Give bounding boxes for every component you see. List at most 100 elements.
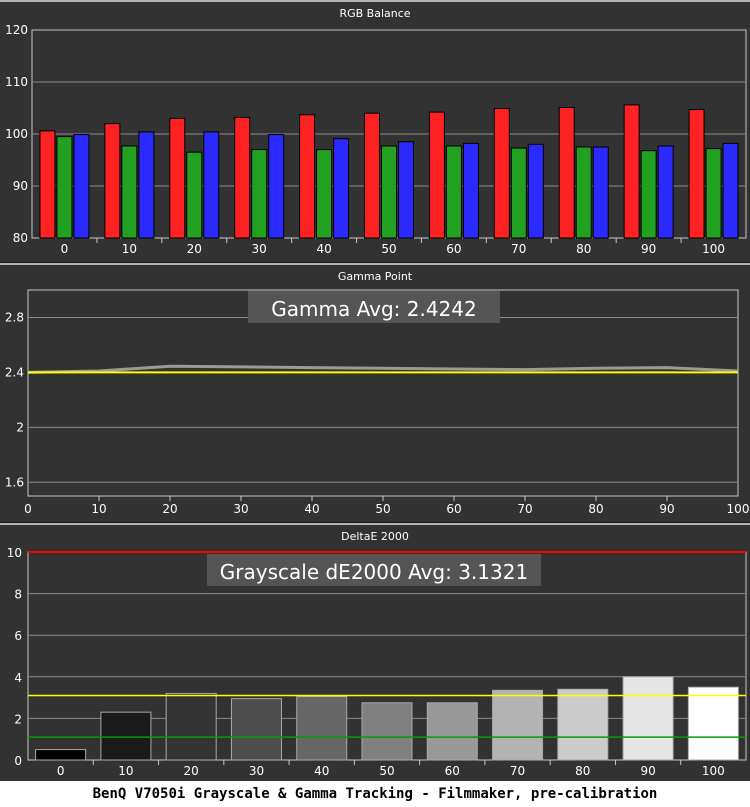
rgb-bar-red [558,106,575,239]
rgb-bar-green [705,148,722,239]
gamma-y-tick-label: 1.6 [5,475,24,489]
gamma-x-tick-label: 60 [446,502,461,516]
charts-canvas: RGB Balance80901001101200 10 20 30 40 50 60 70 8… [0,0,750,781]
rgb-bar-green [510,147,527,239]
deltae-bar [230,698,282,761]
deltae-bar [361,702,413,761]
deltae-y-tick-label: 8 [14,588,22,602]
rgb-bar-red [688,109,705,239]
rgb-bar-green [640,150,657,239]
gamma-x-tick-label: 90 [659,502,674,516]
rgb-bar-green [316,149,333,239]
rgb-x-tick-label: 60 [446,242,461,256]
gamma-x-tick-label: 30 [233,502,248,516]
rgb-x-tick-label: 90 [641,242,656,256]
rgb-y-tick-label: 90 [13,179,28,193]
gamma-x-tick-label: 50 [375,502,390,516]
rgb-x-tick-label: 50 [381,242,396,256]
rgb-bar-green [381,145,397,239]
rgb-bar-blue [462,142,479,239]
rgb-balance-title: RGB Balance [339,7,410,20]
rgb-bar-red [39,130,56,239]
rgb-bar-green [251,149,268,239]
rgb-bar-blue [398,141,414,239]
deltae-bar [296,696,348,761]
rgb-bar-blue [203,131,220,239]
rgb-bar-blue [138,131,155,239]
deltae-x-tick-label: 30 [249,764,264,778]
gamma-x-tick-label: 100 [727,502,750,516]
rgb-bar-red [104,123,121,239]
deltae-title: DeltaE 2000 [341,530,409,543]
deltae-x-tick-label: 70 [510,764,525,778]
deltae-y-tick-label: 2 [14,712,22,726]
deltae-y-tick-label: 0 [14,754,22,768]
deltae-x-tick-label: 80 [575,764,590,778]
deltae-bar [35,749,87,761]
deltae-x-tick-label: 10 [118,764,133,778]
rgb-bar-green [445,145,462,239]
rgb-x-tick-label: 40 [316,242,331,256]
gamma-x-tick-label: 0 [24,502,32,516]
deltae-x-tick-label: 0 [57,764,65,778]
deltae-x-tick-label: 50 [379,764,394,778]
deltae-x-tick-label: 40 [314,764,329,778]
figure-caption: BenQ V7050i Grayscale & Gamma Tracking -… [0,781,750,807]
rgb-y-tick-label: 110 [5,75,28,89]
deltae-bar [687,686,739,761]
gamma-x-tick-label: 40 [304,502,319,516]
rgb-bar-green [575,146,592,239]
rgb-y-tick-label: 120 [5,23,28,37]
deltae-annotation-text: Grayscale dE2000 Avg: 3.1321 [220,560,528,584]
rgb-bar-blue [268,134,285,239]
rgb-x-tick-label: 80 [576,242,591,256]
gamma-x-tick-label: 10 [91,502,106,516]
rgb-bar-blue [657,145,674,239]
deltae-bar [492,689,544,761]
deltae-x-tick-label: 100 [702,764,725,778]
rgb-y-tick-label: 80 [13,231,28,245]
rgb-bar-red [364,112,380,239]
rgb-bar-red [234,116,251,239]
rgb-y-tick-label: 100 [5,127,28,141]
rgb-bar-red [428,111,445,239]
rgb-bar-green [56,136,73,239]
deltae-bar [557,688,609,761]
rgb-bar-red [493,108,510,239]
gamma-x-tick-label: 80 [588,502,603,516]
deltae-bar [100,711,152,761]
rgb-x-tick-label: 30 [252,242,267,256]
gamma-y-tick-label: 2 [16,420,24,434]
rgb-bar-blue [73,134,90,239]
deltae-bar [622,676,674,761]
rgb-bar-green [121,145,138,239]
rgb-bar-red [623,104,640,239]
deltae-bar [165,692,217,761]
rgb-x-tick-label: 20 [187,242,202,256]
rgb-bar-blue [333,138,350,239]
rgb-x-tick-label: 10 [122,242,137,256]
gamma-y-tick-label: 2.4 [5,365,24,379]
calibration-report: RGB Balance 80 90 100 110 120 0 10 20 30 40 50 60 70 8… [0,0,750,807]
deltae-x-tick-label: 20 [184,764,199,778]
rgb-bar-red [299,114,316,239]
rgb-bar-blue [527,143,544,239]
deltae-y-tick-label: 4 [14,671,22,685]
gamma-x-tick-label: 20 [162,502,177,516]
rgb-x-tick-label: 0 [61,242,69,256]
gamma-annotation-text: Gamma Avg: 2.4242 [271,297,476,321]
deltae-bar [426,702,478,761]
rgb-x-tick-label: 100 [702,242,725,256]
deltae-x-tick-label: 90 [640,764,655,778]
rgb-x-tick-label: 70 [511,242,526,256]
rgb-bar-blue [592,146,609,239]
rgb-bar-blue [722,142,739,239]
rgb-bar-red [169,117,186,239]
rgb-bar-green [186,151,203,239]
deltae-x-tick-label: 60 [445,764,460,778]
deltae-y-tick-label: 10 [7,546,22,560]
gamma-x-tick-label: 70 [517,502,532,516]
deltae-y-tick-label: 6 [14,629,22,643]
gamma-point-title: Gamma Point [338,270,413,283]
gamma-y-tick-label: 2.8 [5,310,24,324]
